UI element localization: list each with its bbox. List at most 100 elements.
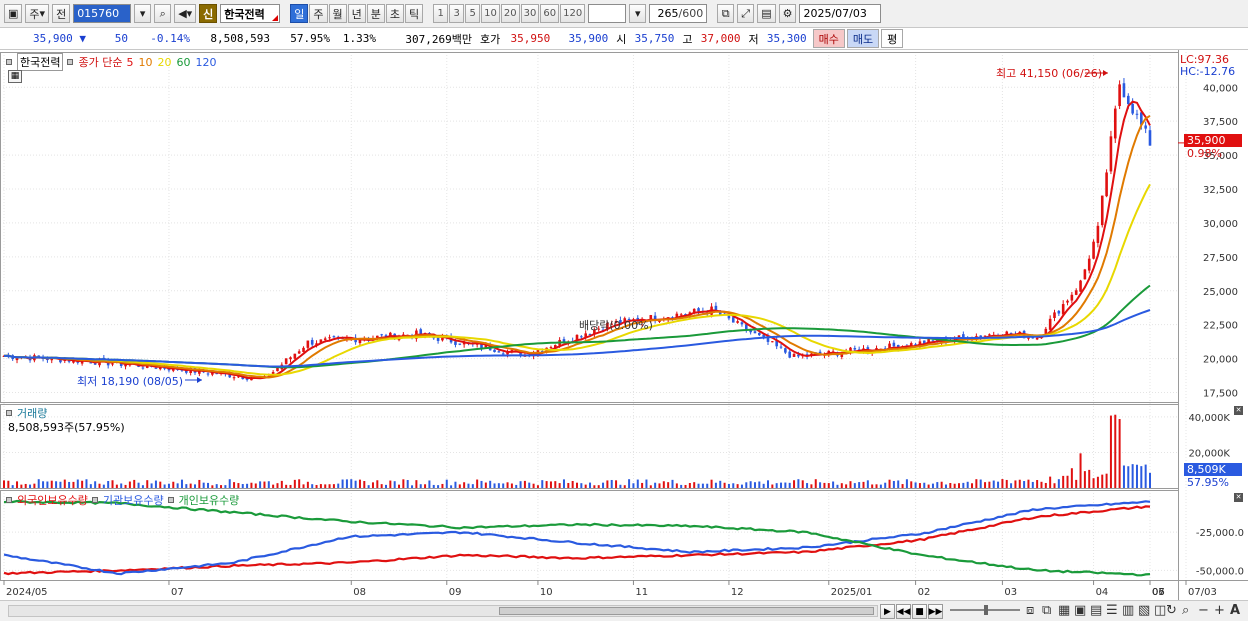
split-icon[interactable]: ◫ (1154, 603, 1166, 618)
sell-button[interactable]: 매도 (846, 29, 880, 48)
layout-icon[interactable]: ⧈ (1026, 603, 1034, 618)
candle-body (289, 357, 292, 360)
auto-scale-icon[interactable]: A (1230, 603, 1240, 618)
period-tab-4[interactable]: 분 (366, 4, 385, 23)
volume-bar (428, 480, 431, 488)
horizontal-scrollbar[interactable] (8, 605, 878, 617)
settings-gear-icon[interactable]: ⚙ (778, 4, 797, 23)
candle-body (736, 321, 739, 323)
volume-bar (228, 479, 231, 488)
price-series-name[interactable]: 한국전력 (17, 53, 64, 71)
volume-bar (1018, 479, 1021, 488)
close-holding-panel-icon[interactable]: ✕ (1234, 493, 1243, 502)
code-input[interactable]: 015760 (73, 4, 132, 23)
avg-button[interactable]: 평 (881, 29, 904, 48)
volume-bar (345, 479, 348, 488)
code-dropdown-icon[interactable]: ▾ (134, 4, 152, 23)
search-icon[interactable]: ⌕ (154, 4, 172, 23)
interval-tab-5[interactable]: 5 (465, 4, 481, 23)
period-tab-0[interactable]: 일 (290, 4, 309, 23)
scroll-right-icon[interactable]: ▶ (880, 604, 895, 619)
volume-bar (398, 484, 401, 488)
volume-bar (510, 483, 513, 488)
volume-bar (172, 481, 175, 488)
zoom-slider-handle[interactable] (984, 605, 988, 615)
prev-button[interactable]: 전 (52, 4, 71, 23)
copy-icon[interactable]: ⧉ (1042, 603, 1051, 618)
window-icon[interactable]: ▣ (4, 4, 23, 23)
period-tab-2[interactable]: 월 (328, 4, 347, 23)
volume-bar (324, 484, 327, 488)
volume-bar (120, 483, 123, 488)
period-tab-3[interactable]: 년 (347, 4, 366, 23)
interval-tab-1[interactable]: 1 (433, 4, 449, 23)
volume-bar (59, 481, 62, 488)
refresh-icon[interactable]: ↻ (1166, 603, 1177, 618)
interval-tab-10[interactable]: 10 (481, 4, 500, 23)
window-icon[interactable]: ▣ (1074, 603, 1086, 618)
ma-legend-10[interactable]: 10 (138, 56, 152, 69)
calculator-icon[interactable]: ▦ (8, 70, 22, 83)
list-icon[interactable]: ☰ (1106, 603, 1118, 618)
candle-body (501, 353, 505, 355)
candle-type-icon[interactable]: ⧉ (717, 4, 735, 23)
volume-bar (797, 479, 800, 488)
zoom-in-icon[interactable]: + (1214, 603, 1225, 618)
magnify-icon[interactable]: ⌕ (1182, 603, 1189, 618)
volume-bar (871, 484, 874, 488)
ma-legend-items: 5 10 20 60 120 (126, 56, 216, 69)
buy-button[interactable]: 매수 (812, 29, 845, 48)
holding-legend-item-0[interactable]: 외국인보유수량 (17, 492, 88, 508)
period-tab-5[interactable]: 초 (385, 4, 405, 23)
volume-bar (358, 479, 361, 488)
panel-icon[interactable]: ▥ (1122, 603, 1134, 618)
holding-legend-item-1[interactable]: 기관보유수량 (103, 492, 164, 508)
scrollbar-thumb[interactable] (499, 607, 874, 615)
stop-icon[interactable]: ■ (912, 604, 927, 619)
month-label: 11 (635, 587, 648, 598)
candle-body (497, 351, 501, 353)
interval-tab-30[interactable]: 30 (520, 4, 540, 23)
scroll-first-icon[interactable]: ◀◀ (896, 604, 911, 619)
interval-input[interactable] (588, 4, 627, 23)
count-field[interactable]: 265/600 (649, 4, 708, 23)
grid-icon[interactable]: ▦ (1058, 603, 1070, 618)
ma-legend-20[interactable]: 20 (157, 56, 171, 69)
ma-legend-60[interactable]: 60 (176, 56, 190, 69)
period-tab-1[interactable]: 주 (309, 4, 328, 23)
close-volume-panel-icon[interactable]: ✕ (1234, 406, 1243, 415)
period-tab-6[interactable]: 틱 (405, 4, 424, 23)
legend-square-icon (91, 497, 98, 503)
volume-bar (753, 482, 756, 488)
draw-tool-icon[interactable]: ⤢ (737, 4, 755, 23)
holding-legend-item-2[interactable]: 개인보유수량 (179, 492, 240, 508)
volume-bar (767, 480, 769, 488)
volume-bar (1101, 474, 1104, 488)
ma-legend-120[interactable]: 120 (195, 56, 216, 69)
month-label: 2025/01 (831, 587, 873, 598)
interval-tab-120[interactable]: 120 (560, 4, 586, 23)
interval-tab-20[interactable]: 20 (500, 4, 520, 23)
volume-bar (1005, 479, 1008, 488)
volume-bar (714, 482, 717, 488)
count-value: 265 (657, 7, 679, 20)
scroll-last-icon[interactable]: ▶▶ (928, 604, 943, 619)
interval-tab-3[interactable]: 3 (449, 4, 465, 23)
volume-bar (1040, 481, 1043, 488)
holding-legend: 외국인보유수량 기관보유수량 개인보유수량 (6, 492, 239, 508)
interval-dropdown-icon[interactable]: ▾ (629, 4, 647, 23)
volume-tick-label: 20,000K (1188, 448, 1230, 459)
date-field[interactable]: 2025/07/03 (799, 4, 882, 23)
layout-icon[interactable]: ▧ (1138, 603, 1150, 618)
candle-body (1044, 328, 1048, 334)
volume-bar (37, 479, 40, 488)
market-select[interactable]: 주 ▾ (25, 4, 50, 23)
save-icon[interactable]: ▤ (757, 4, 776, 23)
ma-legend-5[interactable]: 5 (126, 56, 133, 69)
zoom-out-icon[interactable]: − (1198, 603, 1209, 618)
interval-tab-60[interactable]: 60 (540, 4, 560, 23)
volume-bar (272, 484, 275, 488)
volume-bar (450, 485, 453, 488)
print-icon[interactable]: ▤ (1090, 603, 1102, 618)
speaker-icon[interactable]: ◀▾ (174, 4, 197, 23)
